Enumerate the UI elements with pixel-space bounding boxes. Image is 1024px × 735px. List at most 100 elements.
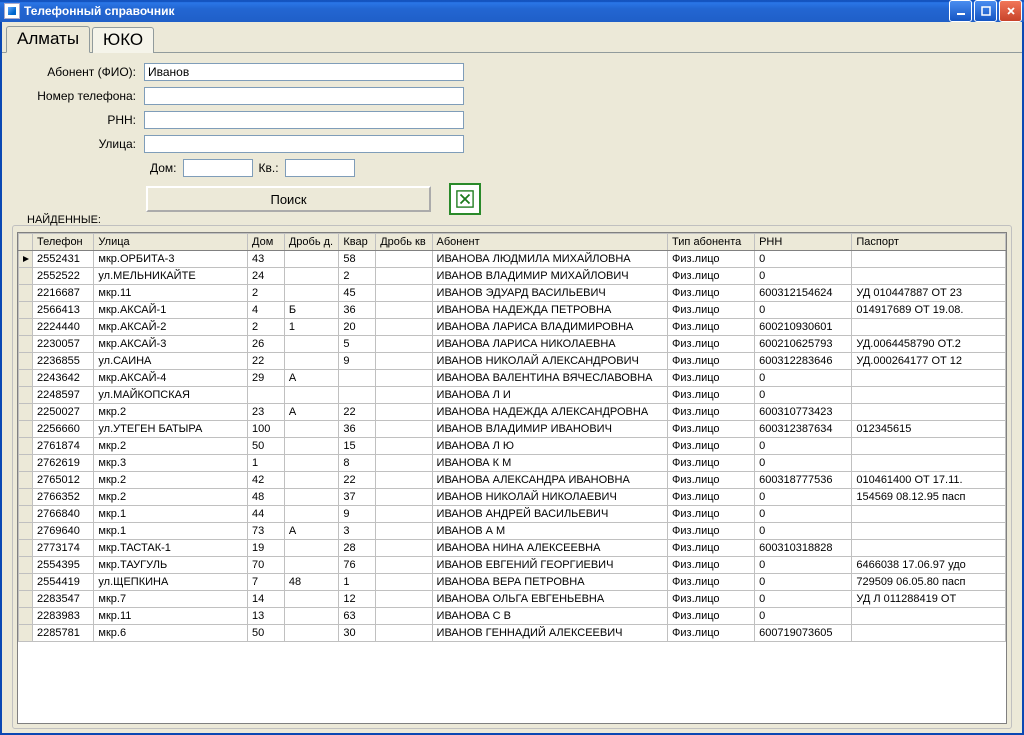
- column-header[interactable]: Тип абонента: [668, 234, 755, 251]
- export-excel-button[interactable]: [449, 183, 481, 215]
- table-row[interactable]: 2566413мкр.АКСАЙ-14Б36ИВАНОВА НАДЕЖДА ПЕ…: [19, 302, 1006, 319]
- table-row[interactable]: 2285781мкр.65030ИВАНОВ ГЕННАДИЙ АЛЕКСЕЕВ…: [19, 625, 1006, 642]
- table-row[interactable]: 2766352мкр.24837ИВАНОВ НИКОЛАЙ НИКОЛАЕВИ…: [19, 489, 1006, 506]
- column-header[interactable]: Квар: [339, 234, 376, 251]
- results-scroll[interactable]: ТелефонУлицаДомДробь д.КварДробь квАбоне…: [18, 233, 1006, 723]
- maximize-button[interactable]: [974, 0, 997, 22]
- cell: мкр.2: [94, 438, 248, 455]
- row-selector[interactable]: [19, 268, 33, 285]
- cell: [284, 285, 339, 302]
- table-row[interactable]: 2552522ул.МЕЛЬНИКАЙТЕ242ИВАНОВ ВЛАДИМИР …: [19, 268, 1006, 285]
- row-selector[interactable]: [19, 336, 33, 353]
- cell: 0: [755, 489, 852, 506]
- column-header[interactable]: Дробь д.: [284, 234, 339, 251]
- cell: 014917689 ОТ 19.08.: [852, 302, 1006, 319]
- table-row[interactable]: 2216687мкр.11245ИВАНОВ ЭДУАРД ВАСИЛЬЕВИЧ…: [19, 285, 1006, 302]
- cell: 36: [339, 302, 376, 319]
- column-header[interactable]: Дробь кв: [376, 234, 432, 251]
- row-selector[interactable]: [19, 319, 33, 336]
- table-row[interactable]: 2248597ул.МАЙКОПСКАЯИВАНОВА Л ИФиз.лицо0: [19, 387, 1006, 404]
- table-row[interactable]: 2554395мкр.ТАУГУЛЬ7076ИВАНОВ ЕВГЕНИЙ ГЕО…: [19, 557, 1006, 574]
- cell: 24: [248, 268, 285, 285]
- abonent-input[interactable]: [144, 63, 464, 81]
- cell: ИВАНОВА АЛЕКСАНДРА ИВАНОВНА: [432, 472, 668, 489]
- street-input[interactable]: [144, 135, 464, 153]
- tab-almaty[interactable]: Алматы: [6, 26, 90, 53]
- cell: А: [284, 523, 339, 540]
- cell: 600210625793: [755, 336, 852, 353]
- column-header[interactable]: Телефон: [33, 234, 94, 251]
- cell: 8: [339, 455, 376, 472]
- cell: 600719073605: [755, 625, 852, 642]
- column-header[interactable]: РНН: [755, 234, 852, 251]
- table-row[interactable]: 2773174мкр.ТАСТАК-11928ИВАНОВА НИНА АЛЕК…: [19, 540, 1006, 557]
- row-selector[interactable]: [19, 625, 33, 642]
- kv-input[interactable]: [285, 159, 355, 177]
- row-selector[interactable]: [19, 251, 33, 268]
- cell: мкр.2: [94, 404, 248, 421]
- house-input[interactable]: [183, 159, 253, 177]
- table-row[interactable]: 2256660ул.УТЕГЕН БАТЫРА10036ИВАНОВ ВЛАДИ…: [19, 421, 1006, 438]
- row-selector[interactable]: [19, 302, 33, 319]
- cell: 0: [755, 557, 852, 574]
- table-row[interactable]: 2224440мкр.АКСАЙ-22120ИВАНОВА ЛАРИСА ВЛА…: [19, 319, 1006, 336]
- cell: ул.МАЙКОПСКАЯ: [94, 387, 248, 404]
- row-selector[interactable]: [19, 608, 33, 625]
- table-row[interactable]: 2250027мкр.223А22ИВАНОВА НАДЕЖДА АЛЕКСАН…: [19, 404, 1006, 421]
- column-header[interactable]: Дом: [248, 234, 285, 251]
- row-selector[interactable]: [19, 404, 33, 421]
- table-row[interactable]: 2762619мкр.318ИВАНОВА К МФиз.лицо0: [19, 455, 1006, 472]
- cell: 50: [248, 625, 285, 642]
- table-row[interactable]: 2761874мкр.25015ИВАНОВА Л ЮФиз.лицо0: [19, 438, 1006, 455]
- row-selector[interactable]: [19, 489, 33, 506]
- cell: 70: [248, 557, 285, 574]
- table-row[interactable]: 2554419ул.ЩЕПКИНА7481ИВАНОВА ВЕРА ПЕТРОВ…: [19, 574, 1006, 591]
- row-selector[interactable]: [19, 540, 33, 557]
- table-row[interactable]: 2230057мкр.АКСАЙ-3265ИВАНОВА ЛАРИСА НИКО…: [19, 336, 1006, 353]
- cell: ИВАНОВА НАДЕЖДА ПЕТРОВНА: [432, 302, 668, 319]
- row-selector[interactable]: [19, 472, 33, 489]
- cell: [376, 387, 432, 404]
- row-selector[interactable]: [19, 421, 33, 438]
- cell: 22: [339, 404, 376, 421]
- table-row[interactable]: 2283547мкр.71412ИВАНОВА ОЛЬГА ЕВГЕНЬЕВНА…: [19, 591, 1006, 608]
- row-selector[interactable]: [19, 574, 33, 591]
- cell: ИВАНОВА Л И: [432, 387, 668, 404]
- column-header[interactable]: Улица: [94, 234, 248, 251]
- minimize-button[interactable]: [949, 0, 972, 22]
- tab-uko[interactable]: ЮКО: [92, 27, 154, 53]
- row-selector[interactable]: [19, 438, 33, 455]
- row-selector[interactable]: [19, 506, 33, 523]
- app-icon: [4, 3, 20, 19]
- row-selector[interactable]: [19, 353, 33, 370]
- row-selector[interactable]: [19, 455, 33, 472]
- cell: Физ.лицо: [668, 302, 755, 319]
- results-grid: ТелефонУлицаДомДробь д.КварДробь квАбоне…: [17, 232, 1007, 724]
- search-button[interactable]: Поиск: [146, 186, 431, 212]
- row-selector[interactable]: [19, 523, 33, 540]
- table-row[interactable]: 2236855ул.САИНА229ИВАНОВ НИКОЛАЙ АЛЕКСАН…: [19, 353, 1006, 370]
- cell: 22: [248, 353, 285, 370]
- close-button[interactable]: [999, 0, 1022, 22]
- row-selector[interactable]: [19, 387, 33, 404]
- row-selector[interactable]: [19, 591, 33, 608]
- table-row[interactable]: 2552431мкр.ОРБИТА-34358ИВАНОВА ЛЮДМИЛА М…: [19, 251, 1006, 268]
- row-selector[interactable]: [19, 370, 33, 387]
- cell: 58: [339, 251, 376, 268]
- search-button-label: Поиск: [270, 192, 306, 207]
- table-row[interactable]: 2769640мкр.173А3ИВАНОВ А МФиз.лицо0: [19, 523, 1006, 540]
- column-header[interactable]: Абонент: [432, 234, 668, 251]
- row-selector[interactable]: [19, 285, 33, 302]
- table-row[interactable]: 2766840мкр.1449ИВАНОВ АНДРЕЙ ВАСИЛЬЕВИЧФ…: [19, 506, 1006, 523]
- column-header[interactable]: Паспорт: [852, 234, 1006, 251]
- table-row[interactable]: 2283983мкр.111363ИВАНОВА С ВФиз.лицо0: [19, 608, 1006, 625]
- table-row[interactable]: 2243642мкр.АКСАЙ-429АИВАНОВА ВАЛЕНТИНА В…: [19, 370, 1006, 387]
- table-row[interactable]: 2765012мкр.24222ИВАНОВА АЛЕКСАНДРА ИВАНО…: [19, 472, 1006, 489]
- kv-label: Кв.:: [259, 161, 279, 175]
- cell: 26: [248, 336, 285, 353]
- app-window: Телефонный справочник Алматы ЮКО Абонент…: [0, 0, 1024, 735]
- rnn-input[interactable]: [144, 111, 464, 129]
- cell: 0: [755, 302, 852, 319]
- phone-input[interactable]: [144, 87, 464, 105]
- row-selector[interactable]: [19, 557, 33, 574]
